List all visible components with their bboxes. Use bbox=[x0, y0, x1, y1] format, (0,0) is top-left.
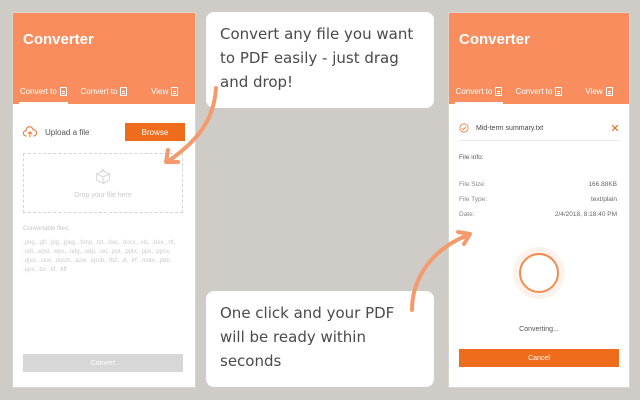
feature-callout-drag-drop: Convert any file you want to PDF easily … bbox=[206, 12, 434, 108]
tab-convert-to-pdf[interactable]: Convert to bbox=[13, 78, 74, 104]
info-value: 166.88KB bbox=[588, 181, 617, 188]
close-icon[interactable] bbox=[611, 124, 619, 132]
info-label: File Size: bbox=[459, 181, 486, 188]
info-label: Date: bbox=[459, 211, 475, 218]
box-icon bbox=[95, 167, 111, 184]
selected-file-row: Mid-term summary.txt bbox=[459, 121, 619, 135]
pdf-file-icon bbox=[605, 86, 613, 96]
cloud-upload-icon bbox=[23, 126, 37, 138]
app-title: Converter bbox=[23, 31, 94, 48]
drop-label: Drop your file here bbox=[74, 191, 132, 199]
tab-view-pdf[interactable]: View bbox=[569, 78, 629, 104]
pdf-file-icon bbox=[171, 86, 179, 96]
tab-bar: Convert to Convert to View bbox=[13, 78, 195, 104]
convert-button[interactable]: Convert bbox=[23, 354, 183, 372]
app-title: Converter bbox=[459, 31, 530, 48]
feature-callout-one-click: One click and your PDF will be ready wit… bbox=[206, 291, 434, 387]
progress-spinner bbox=[519, 253, 559, 293]
upload-label: Upload a file bbox=[45, 127, 90, 137]
tab-label: View bbox=[585, 86, 603, 96]
file-info-title: File info: bbox=[459, 154, 484, 161]
file-dropzone[interactable]: Drop your file here bbox=[23, 153, 183, 213]
info-label: File Type: bbox=[459, 196, 488, 203]
callout-text: One click and your PDF will be ready wit… bbox=[220, 304, 395, 370]
tab-bar: Convert to Convert to View bbox=[449, 78, 629, 104]
convertable-files-list: .png, .gif, .jpg, .jpeg, .bmp, .txt, .do… bbox=[23, 240, 176, 273]
pdf-file-icon bbox=[120, 86, 128, 96]
tab-label: View bbox=[151, 86, 169, 96]
app-header: Converter Convert to Convert to View bbox=[449, 13, 629, 104]
tab-convert-from-pdf[interactable]: Convert to bbox=[74, 78, 135, 104]
browse-button[interactable]: Browse bbox=[125, 123, 185, 141]
upload-row: Upload a file Browse bbox=[23, 123, 185, 141]
converter-panel-converting: Converter Convert to Convert to View Mid… bbox=[448, 12, 630, 388]
pdf-file-icon bbox=[59, 86, 67, 96]
file-size-row: File Size: 166.88KB bbox=[459, 181, 617, 188]
tab-convert-to-pdf[interactable]: Convert to bbox=[449, 78, 509, 104]
info-value: text/plain bbox=[590, 196, 617, 203]
tab-label: Convert to bbox=[455, 86, 493, 96]
converter-panel-upload: Converter Convert to Convert to View Upl… bbox=[12, 12, 196, 388]
tab-view-pdf[interactable]: View bbox=[134, 78, 195, 104]
file-name: Mid-term summary.txt bbox=[476, 124, 544, 132]
pdf-file-icon bbox=[495, 86, 503, 96]
pdf-file-icon bbox=[555, 86, 563, 96]
callout-text: Convert any file you want to PDF easily … bbox=[220, 25, 414, 91]
tab-label: Convert to bbox=[19, 86, 57, 96]
cancel-button[interactable]: Cancel bbox=[459, 349, 619, 367]
app-header: Converter Convert to Convert to View bbox=[13, 13, 195, 104]
tab-label: Convert to bbox=[515, 86, 553, 96]
converting-status: Converting... bbox=[519, 326, 559, 333]
convertable-files-title: Convertable files: bbox=[23, 226, 70, 232]
check-circle-icon bbox=[459, 123, 469, 133]
file-type-row: File Type: text/plain bbox=[459, 196, 617, 203]
info-value: 2/4/2018, 8:18:40 PM bbox=[554, 211, 617, 218]
tab-convert-from-pdf[interactable]: Convert to bbox=[509, 78, 569, 104]
divider bbox=[459, 140, 619, 141]
tab-label: Convert to bbox=[80, 86, 118, 96]
file-date-row: Date: 2/4/2018, 8:18:40 PM bbox=[459, 211, 617, 218]
